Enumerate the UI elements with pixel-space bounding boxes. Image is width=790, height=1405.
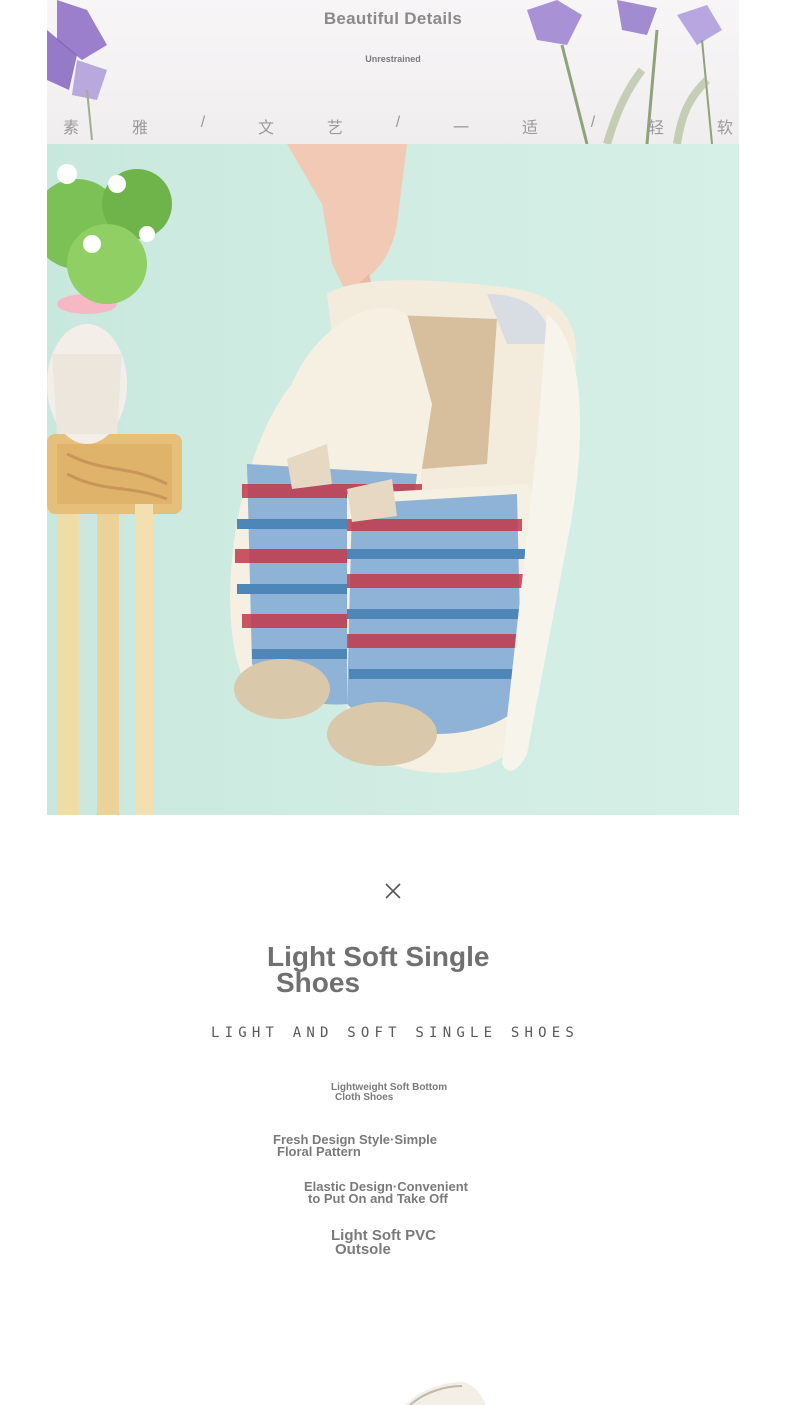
banner-chinese-tagline: 素 雅 / 文 艺 / 一 适 / 轻 软 [63, 114, 733, 138]
feature-subheading: LIGHT AND SOFT SINGLE SHOES [211, 1025, 579, 1041]
feature-headline: Light Soft Single Shoes [267, 943, 537, 998]
tagline-separator: / [590, 114, 596, 131]
feature-line: Outsole [335, 1241, 391, 1258]
tagline-char: 艺 [326, 120, 343, 137]
headline-line-2: Shoes [276, 967, 361, 998]
details-banner: Beautiful Details Unrestrained 素 雅 / 文 艺… [47, 0, 739, 144]
banner-subtitle: Unrestrained [365, 54, 421, 64]
feature-item: Fresh Design Style·Simple Floral Pattern [273, 1133, 437, 1159]
tagline-char: 文 [258, 120, 275, 137]
tagline-char: 适 [521, 120, 538, 137]
tagline-separator: / [395, 114, 401, 131]
close-icon[interactable] [383, 881, 403, 901]
tagline-separator: / [200, 114, 206, 131]
tagline-char: 素 [63, 120, 80, 137]
tagline-char: 轻 [648, 120, 665, 137]
feature-line: to Put On and Take Off [308, 1191, 448, 1206]
banner-title: Beautiful Details [323, 9, 463, 28]
feature-item: Lightweight Soft Bottom Cloth Shoes [331, 1083, 447, 1103]
shoe-illustration [47, 144, 581, 815]
tagline-char: 一 [453, 120, 470, 137]
product-photo [47, 144, 739, 815]
feature-line: Cloth Shoes [335, 1092, 394, 1103]
tagline-char: 雅 [131, 120, 148, 137]
feature-item: Elastic Design·Convenient to Put On and … [304, 1180, 468, 1206]
tagline-char: 软 [716, 120, 733, 137]
next-image-peek [405, 1382, 486, 1405]
feature-line: Floral Pattern [277, 1144, 361, 1159]
feature-item: Light Soft PVC Outsole [331, 1228, 436, 1258]
